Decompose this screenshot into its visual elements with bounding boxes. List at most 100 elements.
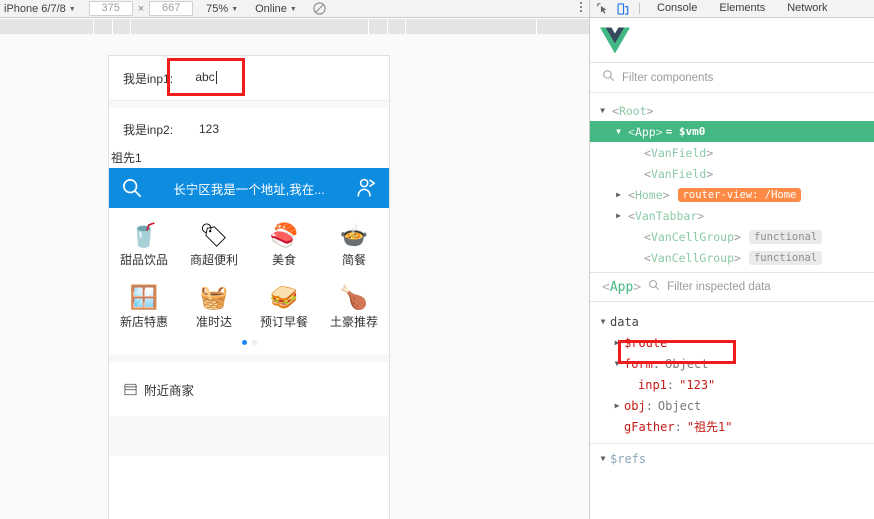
category-label: 商超便利 [189,253,238,267]
nearby-merchants-row[interactable]: 附近商家 [109,362,389,416]
search-icon[interactable] [121,177,143,199]
device-select[interactable]: iPhone 6/7/8 ▼ [0,1,80,17]
grid-item[interactable]: 🥪 预订早餐 [249,280,319,334]
viewport-ruler [0,19,589,34]
tree-node-label: <VanCellGroup> [644,229,741,244]
twisty-icon[interactable]: ▼ [612,121,625,142]
data-row-gfather[interactable]: gFather : "祖先1" [590,416,874,437]
tab-elements[interactable]: Elements [708,0,776,17]
viewport-height-input[interactable]: 667 [149,1,194,16]
category-icon: 🪟 [129,284,159,310]
grid-item[interactable]: 🍗 土豪推荐 [319,280,389,334]
data-row-route[interactable]: ▶ $route [590,332,874,353]
field-row-inp1[interactable]: 我是inp1: abc [109,56,389,100]
device-select-label: iPhone 6/7/8 [4,2,66,15]
search-icon [648,278,660,296]
data-section-refs[interactable]: ▼ $refs [590,448,874,469]
field-input-inp2[interactable]: 123 [189,122,219,136]
data-value: "123" [679,377,716,392]
twisty-icon[interactable]: ▶ [612,205,625,226]
category-label: 准时达 [195,315,232,329]
twisty-icon[interactable]: ▼ [596,454,610,463]
data-row-form[interactable]: ▼ form : Object [590,353,874,374]
functional-badge: functional [748,250,823,265]
component-filter-input[interactable]: Filter components [622,72,713,84]
tree-node-label: <Home> [628,187,670,202]
section-gap [109,354,389,362]
grid-item[interactable]: 🪟 新店特惠 [109,280,179,334]
zoom-select-label: 75% [206,2,229,15]
data-row-obj[interactable]: ▶ obj : Object [590,395,874,416]
tree-node-vancellgroup-2[interactable]: <VanCellGroup> functional [590,247,874,268]
twisty-icon[interactable]: ▶ [610,338,624,347]
cell-group-gap [109,101,389,108]
carousel-dot[interactable] [251,339,257,345]
grid-item[interactable]: 🍲 简餐 [319,218,389,272]
field-label-inp2: 我是inp2: [123,122,174,137]
data-section-label: data [610,314,639,329]
throttling-select[interactable]: Online ▼ [251,1,301,17]
tree-node-root[interactable]: ▼ <Root> [590,100,874,121]
inspected-data-filter-input[interactable]: Filter inspected data [667,281,771,293]
device-toolbar-icon[interactable] [613,1,633,17]
field-input-inp1[interactable]: abc [195,70,214,84]
tree-node-vanfield-1[interactable]: <VanField> [590,142,874,163]
chevron-down-icon: ▼ [289,6,297,13]
component-tree: ▼ <Root> ▼ <App> = $vm0 <VanField> <VanF… [590,93,874,272]
ruler-tick [405,19,406,34]
twisty-icon[interactable]: ▶ [612,184,625,205]
tab-console[interactable]: Console [646,0,708,17]
user-account-icon[interactable] [355,177,377,199]
device-emulation-toolbar: iPhone 6/7/8 ▼ 375 × 667 75% ▼ Online ▼ [0,0,589,18]
carousel-indicator[interactable] [109,334,389,350]
tree-node-vantabbar[interactable]: ▶ <VanTabbar> [590,205,874,226]
grid-item[interactable]: 🏷 商超便利 [179,218,249,272]
kebab-dot [580,10,582,12]
viewport-width-input[interactable]: 375 [88,1,133,16]
grid-item[interactable]: 🍣 美食 [249,218,319,272]
no-throttling-icon[interactable] [312,1,327,16]
devtools-tab-strip: Console Elements Network [590,0,874,18]
refs-section-label: $refs [610,451,647,466]
data-section-data[interactable]: ▼ data [590,311,874,332]
vm-instance-label: = $vm0 [665,125,706,138]
emulated-viewport[interactable]: 我是inp1: abc 我是inp2: 123 祖先1 长宁区我是一个地址,我在… [108,55,390,519]
kebab-menu-icon[interactable] [580,2,582,12]
search-address-text[interactable]: 长宁区我是一个地址,我在... [143,179,355,198]
text-cursor [215,70,217,84]
tree-node-label: <VanTabbar> [628,208,705,223]
component-filter-row[interactable]: Filter components [590,63,874,93]
zoom-select[interactable]: 75% ▼ [202,1,242,17]
ruler-tick [368,19,369,34]
grid-item[interactable]: 🥤 甜品饮品 [109,218,179,272]
carousel-dot-active[interactable] [241,339,247,345]
inp1-annotation-box: abc [167,58,245,96]
functional-badge: functional [748,229,823,244]
kebab-dot [580,2,582,4]
search-nav-bar[interactable]: 长宁区我是一个地址,我在... [109,168,389,208]
tree-node-vancellgroup-1[interactable]: <VanCellGroup> functional [590,226,874,247]
tree-node-home[interactable]: ▶ <Home> router-view: /Home [590,184,874,205]
data-row-inp1[interactable]: inp1 : "123" [590,374,874,395]
grid-item[interactable]: 🧺 准时达 [179,280,249,334]
data-separator: : [652,356,661,371]
tree-node-app[interactable]: ▼ <App> = $vm0 [590,121,874,142]
data-value: "祖先1" [686,420,733,434]
vue-devtools-header [590,18,874,63]
twisty-icon[interactable]: ▼ [596,100,609,121]
category-label: 甜品饮品 [119,253,168,267]
tree-node-label: <VanCellGroup> [644,250,741,265]
chevron-down-icon: ▼ [68,6,76,13]
twisty-icon[interactable]: ▼ [596,317,610,326]
screenshot-root: iPhone 6/7/8 ▼ 375 × 667 75% ▼ Online ▼ [0,0,874,519]
category-label: 新店特惠 [119,315,168,329]
twisty-icon[interactable]: ▼ [610,359,624,368]
inspect-element-icon[interactable] [593,1,613,17]
tab-network[interactable]: Network [776,0,838,17]
twisty-icon[interactable]: ▶ [610,401,624,410]
category-label: 美食 [271,253,296,267]
data-tree-divider [590,443,874,444]
field-row-inp2[interactable]: 我是inp2: 123 [109,108,389,150]
tree-node-vanfield-2[interactable]: <VanField> [590,163,874,184]
category-label: 土豪推荐 [329,315,378,329]
